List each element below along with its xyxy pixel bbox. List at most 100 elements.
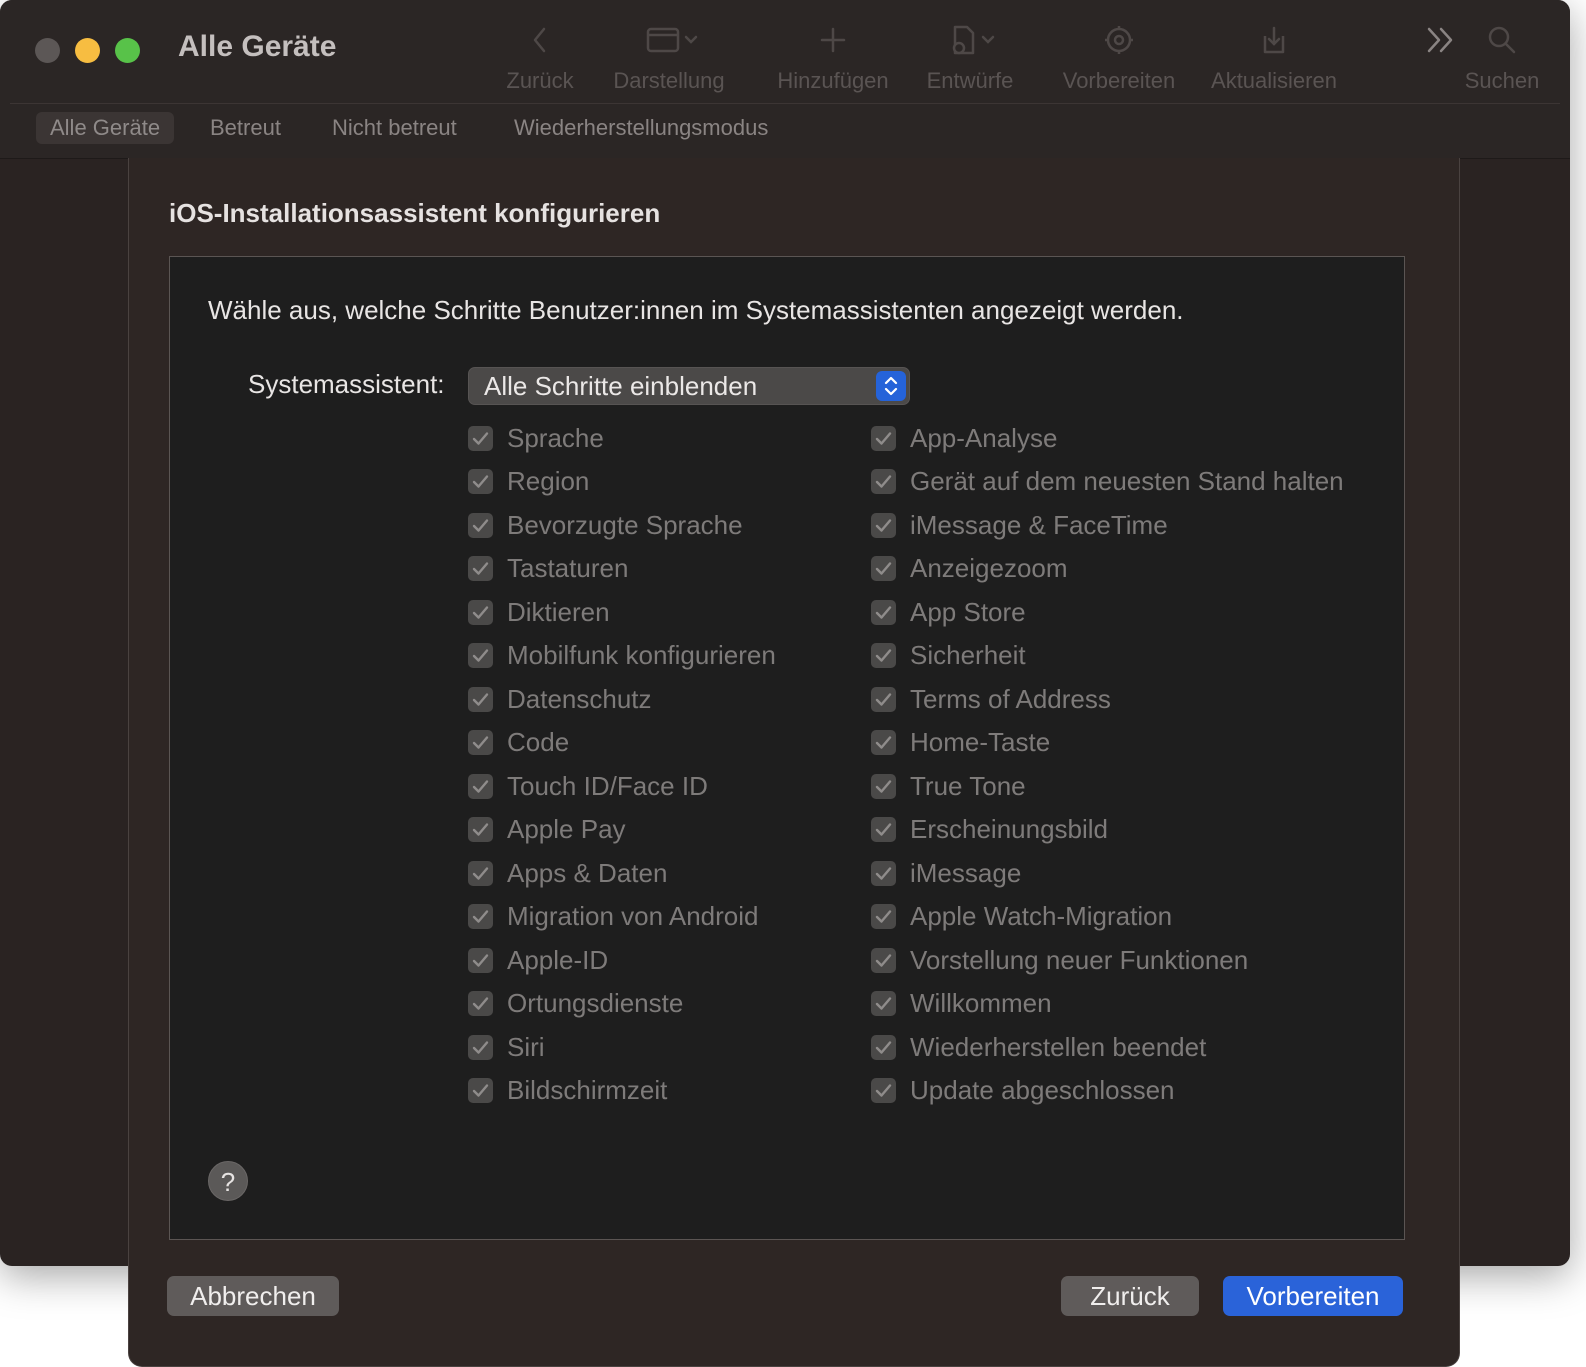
toolbar-view-button[interactable]: Darstellung (608, 18, 730, 98)
step-checkbox-item[interactable]: Terms of Address (871, 684, 1111, 714)
step-checkbox-item[interactable]: Datenschutz (468, 684, 652, 714)
toolbar-drafts-button[interactable]: Entwürfe (920, 18, 1020, 98)
window-close-button[interactable] (35, 38, 60, 63)
checkmark-icon[interactable] (468, 904, 493, 929)
window-zoom-button[interactable] (115, 38, 140, 63)
step-checkbox-item[interactable]: Tastaturen (468, 553, 628, 584)
checkmark-icon[interactable] (468, 469, 493, 494)
back-button[interactable]: Zurück (1061, 1276, 1199, 1316)
step-checkbox-item[interactable]: Vorstellung neuer Funktionen (871, 945, 1248, 975)
subtab-supervised[interactable]: Betreut (196, 112, 295, 144)
step-checkbox-item[interactable]: Diktieren (468, 597, 610, 627)
checkmark-icon[interactable] (871, 904, 896, 929)
step-checkbox-label: Bildschirmzeit (507, 1075, 668, 1105)
toolbar-back-button[interactable]: Zurück (500, 18, 580, 98)
cancel-button[interactable]: Abbrechen (167, 1276, 339, 1316)
checkmark-icon[interactable] (468, 817, 493, 842)
step-checkbox-item[interactable]: Willkommen (871, 988, 1052, 1019)
checkmark-icon[interactable] (468, 860, 493, 886)
checkmark-icon[interactable] (468, 686, 493, 712)
checkmark-icon[interactable] (871, 469, 896, 494)
step-checkbox-label: Wiederherstellen beendet (910, 1031, 1207, 1062)
sheet-instructions: Wähle aus, welche Schritte Benutzer:inne… (208, 295, 1184, 325)
prepare-button[interactable]: Vorbereiten (1223, 1276, 1403, 1316)
chevron-left-icon (500, 22, 580, 58)
setup-assistant-select[interactable]: Alle Schritte einblenden (468, 367, 910, 405)
step-checkbox-item[interactable]: Wiederherstellen beendet (871, 1032, 1206, 1062)
step-checkbox-item[interactable]: Apple-ID (468, 945, 608, 975)
step-checkbox-item[interactable]: Apple Watch-Migration (871, 901, 1172, 932)
step-checkbox-label: iMessage & FaceTime (910, 509, 1168, 540)
checkmark-icon[interactable] (468, 512, 493, 538)
help-button[interactable]: ? (208, 1161, 248, 1201)
checkmark-icon[interactable] (871, 730, 896, 755)
checkmark-icon[interactable] (871, 643, 896, 668)
toolbar-update-button[interactable]: Aktualisieren (1206, 18, 1342, 98)
toolbar: Alle Geräte Zurück Darstellung Hinzufüge… (0, 0, 1570, 104)
step-checkbox-item[interactable]: Update abgeschlossen (871, 1075, 1175, 1106)
checkmark-icon[interactable] (468, 599, 493, 625)
subtab-all-devices[interactable]: Alle Geräte (36, 112, 175, 144)
window-minimize-button[interactable] (75, 38, 100, 63)
checkmark-icon[interactable] (871, 947, 896, 973)
step-checkbox-item[interactable]: Sicherheit (871, 640, 1026, 671)
checkmark-icon[interactable] (468, 643, 493, 668)
step-checkbox-item[interactable]: Code (468, 727, 569, 758)
subtab-unsupervised[interactable]: Nicht betreut (318, 112, 471, 144)
checkmark-icon[interactable] (871, 556, 896, 581)
plus-icon (772, 22, 894, 58)
step-checkbox-label: Erscheinungsbild (910, 814, 1109, 844)
step-checkbox-item[interactable]: Region (468, 466, 589, 497)
checkmark-icon[interactable] (871, 1078, 896, 1103)
step-checkbox-item[interactable]: iMessage (871, 858, 1021, 888)
checkmark-icon[interactable] (871, 991, 896, 1016)
toolbar-search-button[interactable]: Suchen (1458, 18, 1546, 98)
step-checkbox-item[interactable]: Migration von Android (468, 901, 758, 932)
step-checkbox-label: Touch ID/Face ID (507, 770, 708, 801)
checkmark-icon[interactable] (871, 686, 896, 712)
step-checkbox-item[interactable]: iMessage & FaceTime (871, 510, 1168, 540)
checkmark-icon[interactable] (871, 817, 896, 842)
checkmark-icon[interactable] (468, 991, 493, 1016)
step-checkbox-item[interactable]: Mobilfunk konfigurieren (468, 640, 776, 671)
subtab-recovery-mode[interactable]: Wiederherstellungsmodus (500, 112, 782, 144)
step-checkbox-item[interactable]: App-Analyse (871, 423, 1057, 453)
step-checkbox-item[interactable]: Home-Taste (871, 727, 1050, 758)
checkmark-icon[interactable] (468, 1078, 493, 1103)
updown-chevron-icon (876, 371, 906, 401)
toolbar-drafts-label: Entwürfe (926, 68, 1014, 93)
window-title: Alle Geräte (178, 30, 337, 63)
checkmark-icon[interactable] (468, 730, 493, 755)
checkmark-icon[interactable] (871, 425, 896, 451)
checkmark-icon[interactable] (468, 1034, 493, 1060)
step-checkbox-item[interactable]: Sprache (468, 423, 604, 453)
step-checkbox-label: Diktieren (507, 596, 610, 627)
checkmark-icon[interactable] (871, 1034, 896, 1060)
step-checkbox-item[interactable]: Touch ID/Face ID (468, 771, 708, 801)
step-checkbox-item[interactable]: Apple Pay (468, 814, 626, 845)
checkmark-icon[interactable] (871, 773, 896, 799)
step-checkbox-item[interactable]: Siri (468, 1032, 545, 1062)
step-checkbox-item[interactable]: True Tone (871, 771, 1026, 801)
step-checkbox-item[interactable]: Gerät auf dem neuesten Stand halten (871, 466, 1344, 497)
tray-download-icon (1206, 22, 1342, 58)
checkmark-icon[interactable] (871, 860, 896, 886)
step-checkbox-item[interactable]: App Store (871, 597, 1026, 627)
step-checkbox-item[interactable]: Ortungsdienste (468, 988, 683, 1019)
step-checkbox-item[interactable]: Bevorzugte Sprache (468, 510, 743, 540)
checkmark-icon[interactable] (468, 556, 493, 581)
toolbar-overflow-chevrons-icon[interactable] (1424, 22, 1458, 58)
checkmark-icon[interactable] (871, 599, 896, 625)
checkmark-icon[interactable] (468, 947, 493, 973)
step-checkbox-item[interactable]: Bildschirmzeit (468, 1075, 668, 1106)
checkmark-icon[interactable] (468, 773, 493, 799)
toolbar-prepare-button[interactable]: Vorbereiten (1058, 18, 1180, 98)
step-checkbox-label: Update abgeschlossen (910, 1075, 1175, 1105)
toolbar-add-button[interactable]: Hinzufügen (772, 18, 894, 98)
step-checkbox-item[interactable]: Anzeigezoom (871, 553, 1068, 584)
checkmark-icon[interactable] (871, 512, 896, 538)
step-checkbox-item[interactable]: Erscheinungsbild (871, 814, 1109, 845)
toolbar-update-label: Aktualisieren (1211, 68, 1337, 93)
step-checkbox-item[interactable]: Apps & Daten (468, 858, 667, 888)
checkmark-icon[interactable] (468, 425, 493, 451)
